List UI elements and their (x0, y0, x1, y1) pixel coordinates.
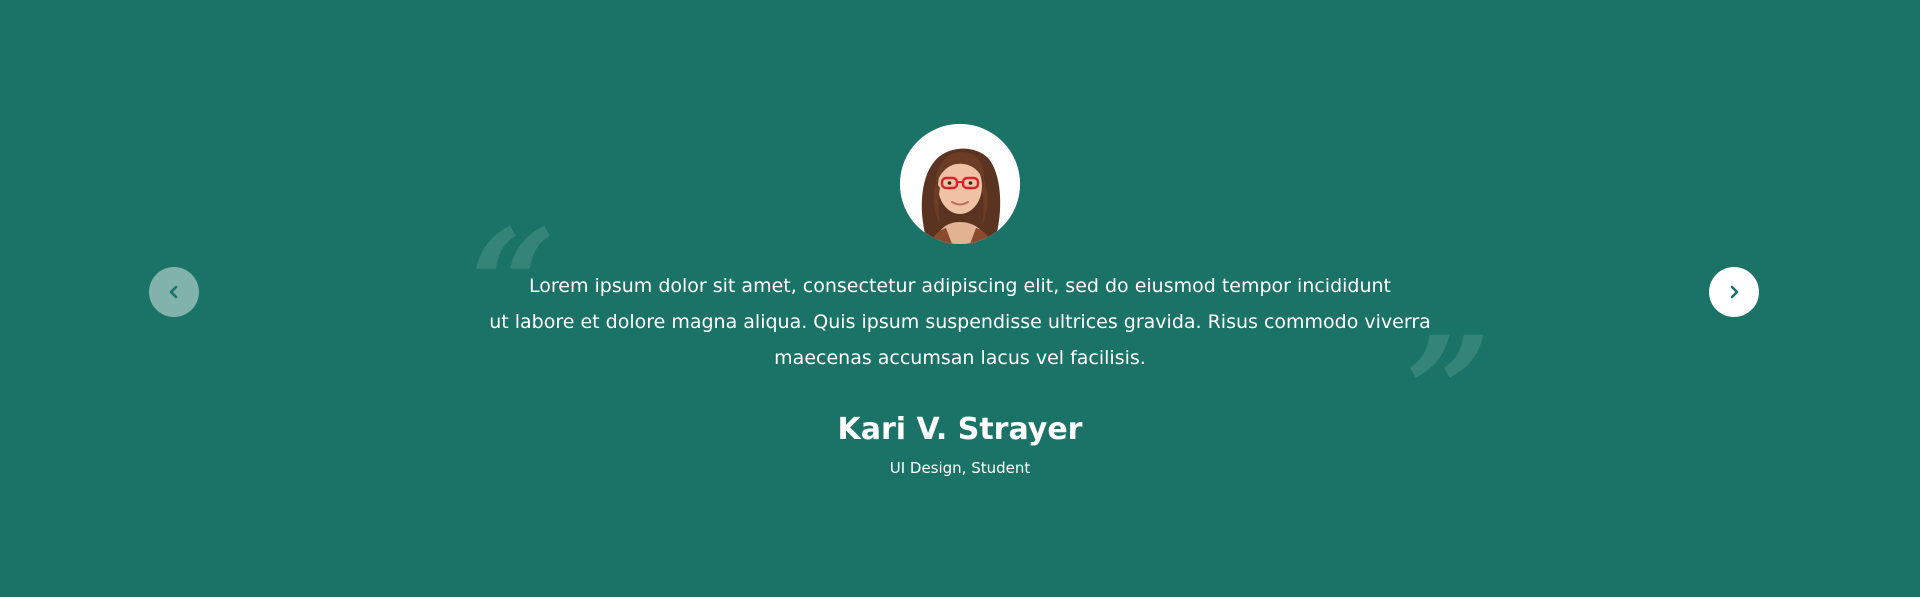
testimonial-text: Lorem ipsum dolor sit amet, consectetur … (460, 268, 1460, 376)
previous-button[interactable] (149, 267, 199, 317)
author-role: UI Design, Student (889, 459, 1031, 477)
avatar-image (900, 124, 1020, 244)
testimonial-line: ut labore et dolore magna aliqua. Quis i… (489, 311, 1431, 333)
avatar (900, 124, 1020, 244)
next-button[interactable] (1709, 267, 1759, 317)
chevron-left-icon (169, 285, 178, 299)
author-name: Kari V. Strayer (837, 412, 1083, 447)
testimonial-line: Lorem ipsum dolor sit amet, consectetur … (528, 275, 1392, 297)
testimonial-section: “ ” Lorem ipsum dolor sit amet, consecte… (0, 0, 1920, 597)
chevron-right-icon (1730, 285, 1739, 299)
testimonial-line: maecenas accumsan lacus vel facilisis. (774, 347, 1146, 369)
